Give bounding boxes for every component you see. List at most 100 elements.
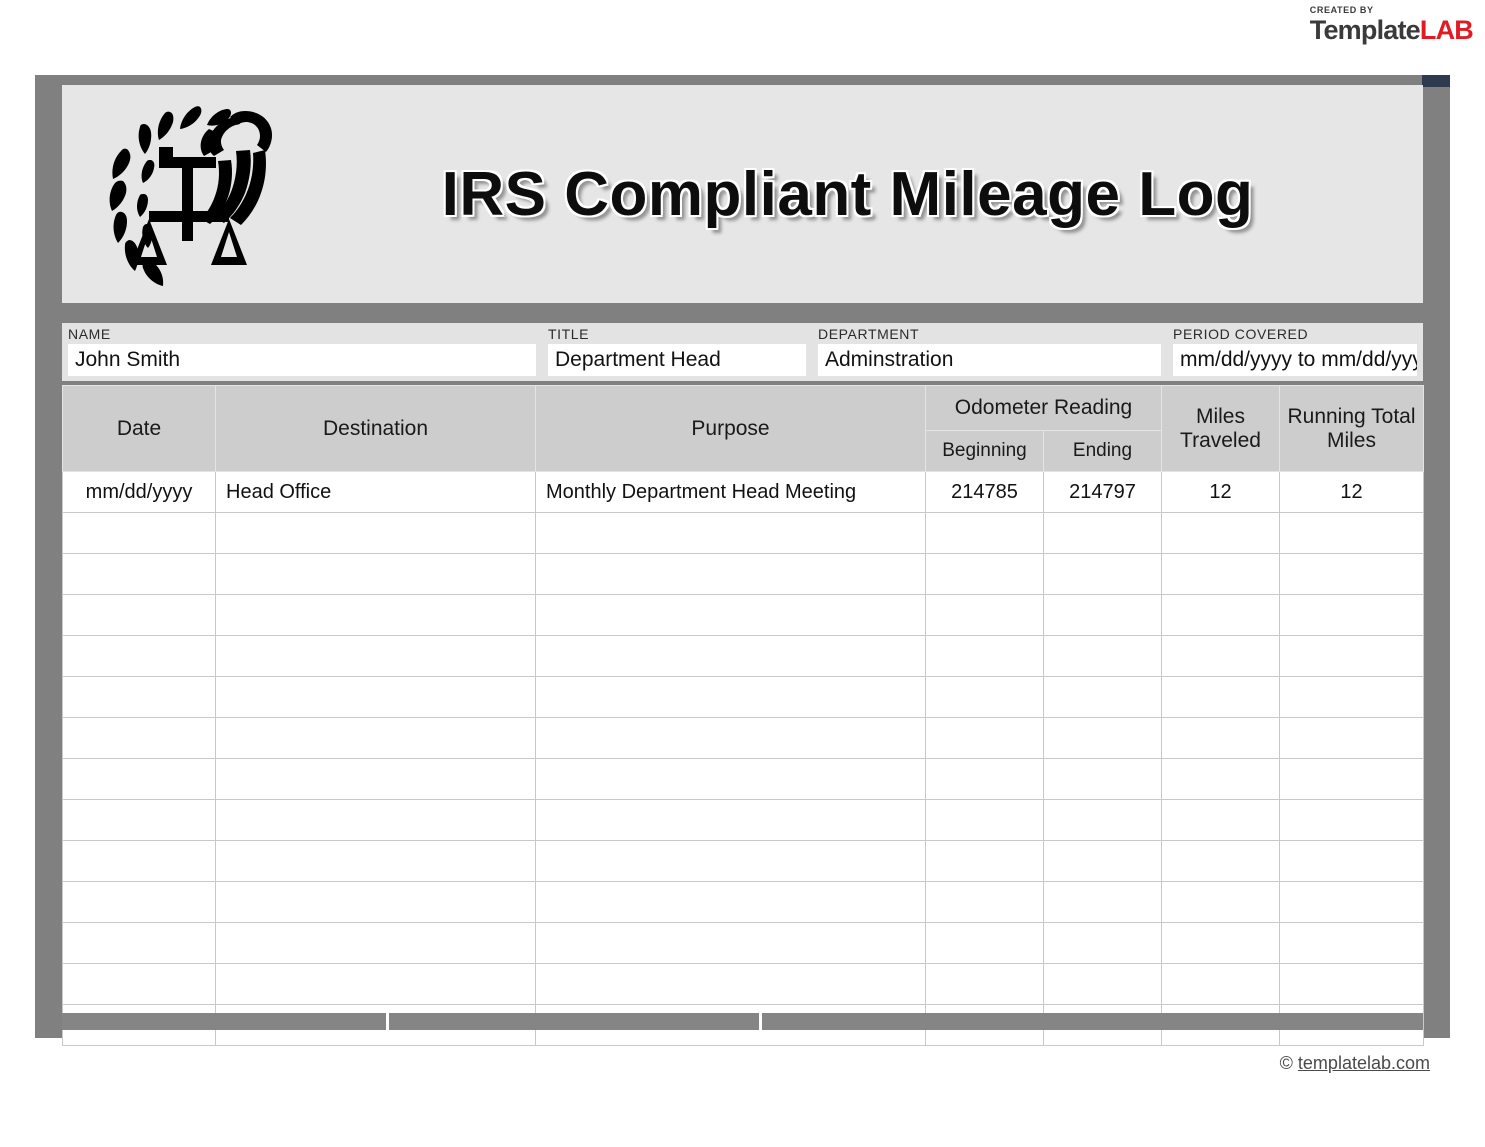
cell-running-total[interactable] [1279,553,1424,595]
cell-purpose[interactable] [535,512,926,554]
cell-date[interactable] [62,553,216,595]
cell-purpose[interactable] [535,717,926,759]
cell-purpose[interactable] [535,758,926,800]
cell-miles-traveled[interactable]: 12 [1161,471,1280,513]
cell-date[interactable] [62,799,216,841]
cell-purpose[interactable] [535,676,926,718]
cell-miles-traveled[interactable] [1161,594,1280,636]
cell-running-total[interactable] [1279,963,1424,1005]
cell-purpose[interactable] [535,840,926,882]
cell-date[interactable] [62,881,216,923]
cell-destination[interactable] [215,594,536,636]
cell-destination[interactable] [215,840,536,882]
field-title-input[interactable]: Department Head [548,344,806,376]
cell-destination[interactable] [215,922,536,964]
cell-date[interactable] [62,512,216,554]
cell-running-total[interactable] [1279,594,1424,636]
cell-destination[interactable] [215,881,536,923]
cell-destination[interactable] [215,758,536,800]
cell-purpose[interactable] [535,594,926,636]
cell-destination[interactable] [215,963,536,1005]
cell-purpose[interactable] [535,922,926,964]
cell-running-total[interactable] [1279,758,1424,800]
cell-miles-traveled[interactable] [1161,922,1280,964]
field-name-input[interactable]: John Smith [68,344,536,376]
cell-odometer-ending[interactable] [1043,758,1162,800]
cell-odometer-ending[interactable] [1043,594,1162,636]
cell-miles-traveled[interactable] [1161,963,1280,1005]
cell-running-total[interactable]: 12 [1279,471,1424,513]
cell-odometer-ending[interactable]: 214797 [1043,471,1162,513]
cell-date[interactable] [62,922,216,964]
cell-purpose[interactable] [535,635,926,677]
cell-date[interactable] [62,963,216,1005]
cell-odometer-ending[interactable] [1043,840,1162,882]
field-department-input[interactable]: Adminstration [818,344,1161,376]
table-header: Date Destination Purpose Odometer Readin… [62,385,1424,472]
cell-destination[interactable] [215,799,536,841]
cell-miles-traveled[interactable] [1161,553,1280,595]
cell-purpose[interactable] [535,881,926,923]
cell-odometer-beginning[interactable] [925,922,1044,964]
cell-destination[interactable] [215,512,536,554]
cell-odometer-ending[interactable] [1043,512,1162,554]
cell-running-total[interactable] [1279,512,1424,554]
cell-odometer-ending[interactable] [1043,881,1162,923]
cell-miles-traveled[interactable] [1161,840,1280,882]
cell-date[interactable] [62,635,216,677]
cell-date[interactable]: mm/dd/yyyy [62,471,216,513]
cell-miles-traveled[interactable] [1161,676,1280,718]
cell-miles-traveled[interactable] [1161,881,1280,923]
cell-destination[interactable]: Head Office [215,471,536,513]
cell-running-total[interactable] [1279,799,1424,841]
cell-odometer-beginning[interactable] [925,840,1044,882]
cell-purpose[interactable] [535,963,926,1005]
cell-purpose[interactable] [535,799,926,841]
cell-running-total[interactable] [1279,676,1424,718]
cell-odometer-ending[interactable] [1043,635,1162,677]
cell-odometer-beginning[interactable] [925,594,1044,636]
cell-date[interactable] [62,758,216,800]
cell-odometer-beginning[interactable] [925,553,1044,595]
footer-site-link[interactable]: templatelab.com [1298,1053,1430,1073]
cell-purpose[interactable]: Monthly Department Head Meeting [535,471,926,513]
cell-odometer-beginning[interactable]: 214785 [925,471,1044,513]
cell-odometer-beginning[interactable] [925,717,1044,759]
meta-fields-row: NAME John Smith TITLE Department Head DE… [62,323,1423,381]
cell-odometer-beginning[interactable] [925,799,1044,841]
cell-destination[interactable] [215,553,536,595]
table-row [62,553,1424,595]
cell-running-total[interactable] [1279,635,1424,677]
cell-odometer-beginning[interactable] [925,758,1044,800]
cell-purpose[interactable] [535,553,926,595]
cell-date[interactable] [62,840,216,882]
cell-miles-traveled[interactable] [1161,512,1280,554]
cell-date[interactable] [62,676,216,718]
cell-miles-traveled[interactable] [1161,758,1280,800]
cell-running-total[interactable] [1279,840,1424,882]
cell-date[interactable] [62,717,216,759]
cell-odometer-beginning[interactable] [925,512,1044,554]
cell-miles-traveled[interactable] [1161,799,1280,841]
cell-running-total[interactable] [1279,922,1424,964]
cell-odometer-ending[interactable] [1043,963,1162,1005]
cell-date[interactable] [62,594,216,636]
cell-odometer-beginning[interactable] [925,676,1044,718]
cell-running-total[interactable] [1279,881,1424,923]
cell-miles-traveled[interactable] [1161,635,1280,677]
cell-odometer-ending[interactable] [1043,676,1162,718]
cell-destination[interactable] [215,635,536,677]
cell-odometer-ending[interactable] [1043,799,1162,841]
cell-miles-traveled[interactable] [1161,717,1280,759]
cell-destination[interactable] [215,717,536,759]
cell-odometer-ending[interactable] [1043,717,1162,759]
cell-destination[interactable] [215,676,536,718]
cell-odometer-ending[interactable] [1043,553,1162,595]
cell-odometer-ending[interactable] [1043,922,1162,964]
cell-odometer-beginning[interactable] [925,963,1044,1005]
cell-odometer-beginning[interactable] [925,881,1044,923]
table-row [62,881,1424,923]
cell-running-total[interactable] [1279,717,1424,759]
field-period-covered-input[interactable]: mm/dd/yyyy to mm/dd/yyyy [1173,344,1417,376]
cell-odometer-beginning[interactable] [925,635,1044,677]
